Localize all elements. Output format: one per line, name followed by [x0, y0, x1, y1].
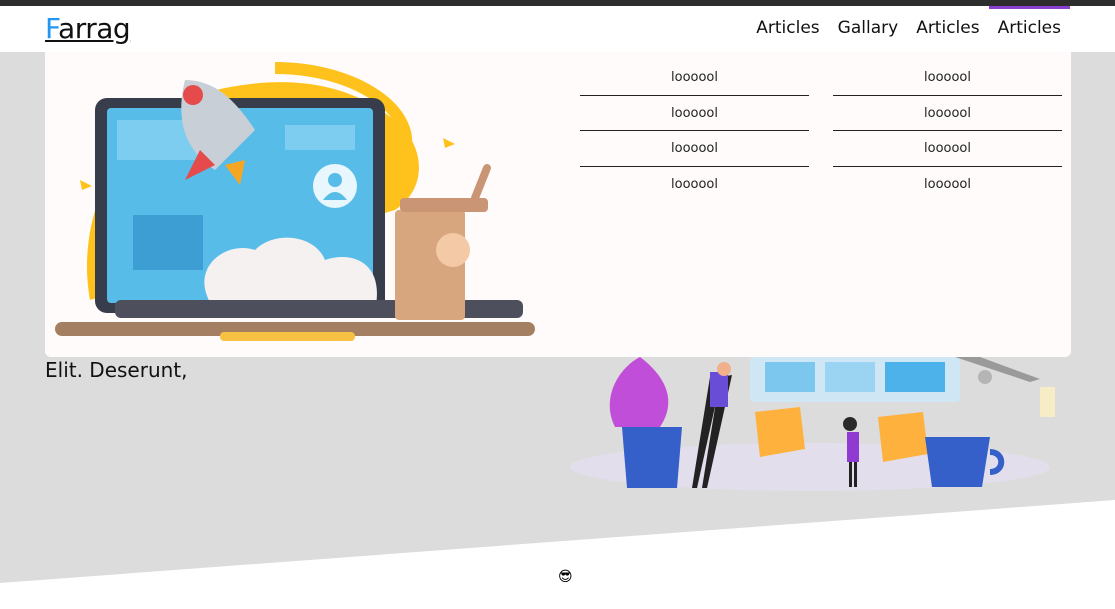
team-board-illustration — [570, 357, 1055, 491]
mega-menu-link[interactable]: loooool — [833, 96, 1062, 131]
logo-first-letter: F — [45, 12, 59, 45]
mega-menu-link[interactable]: loooool — [833, 60, 1062, 96]
rocket-laptop-illustration — [55, 62, 535, 341]
logo-rest: arrag — [58, 12, 131, 45]
mega-menu-column-2: loooool loooool loooool loooool — [833, 60, 1062, 202]
mega-menu-link[interactable]: loooool — [580, 96, 809, 131]
site-logo[interactable]: Farrag — [45, 12, 131, 45]
main-nav: Articles Gallary Articles Articles — [747, 6, 1071, 52]
nav-item-articles-active[interactable]: Articles — [988, 6, 1071, 52]
mega-menu-dropdown: loooool loooool loooool loooool loooool … — [45, 52, 1071, 357]
mega-menu-link[interactable]: loooool — [580, 167, 809, 203]
nav-item-articles-2[interactable]: Articles — [907, 6, 988, 52]
nav-item-articles[interactable]: Articles — [747, 6, 828, 52]
sunglasses-emoji-icon: 😎 — [558, 569, 573, 585]
mega-menu-link[interactable]: loooool — [580, 60, 809, 96]
intro-text-line: Elit. Deserunt, — [45, 358, 188, 382]
nav-item-gallary[interactable]: Gallary — [829, 6, 908, 52]
mega-menu-link[interactable]: loooool — [833, 167, 1062, 203]
mega-menu-column-1: loooool loooool loooool loooool — [580, 60, 809, 202]
mega-menu-link[interactable]: loooool — [580, 131, 809, 167]
site-header: Farrag Articles Gallary Articles Article… — [0, 6, 1115, 52]
mega-menu-link[interactable]: loooool — [833, 131, 1062, 167]
